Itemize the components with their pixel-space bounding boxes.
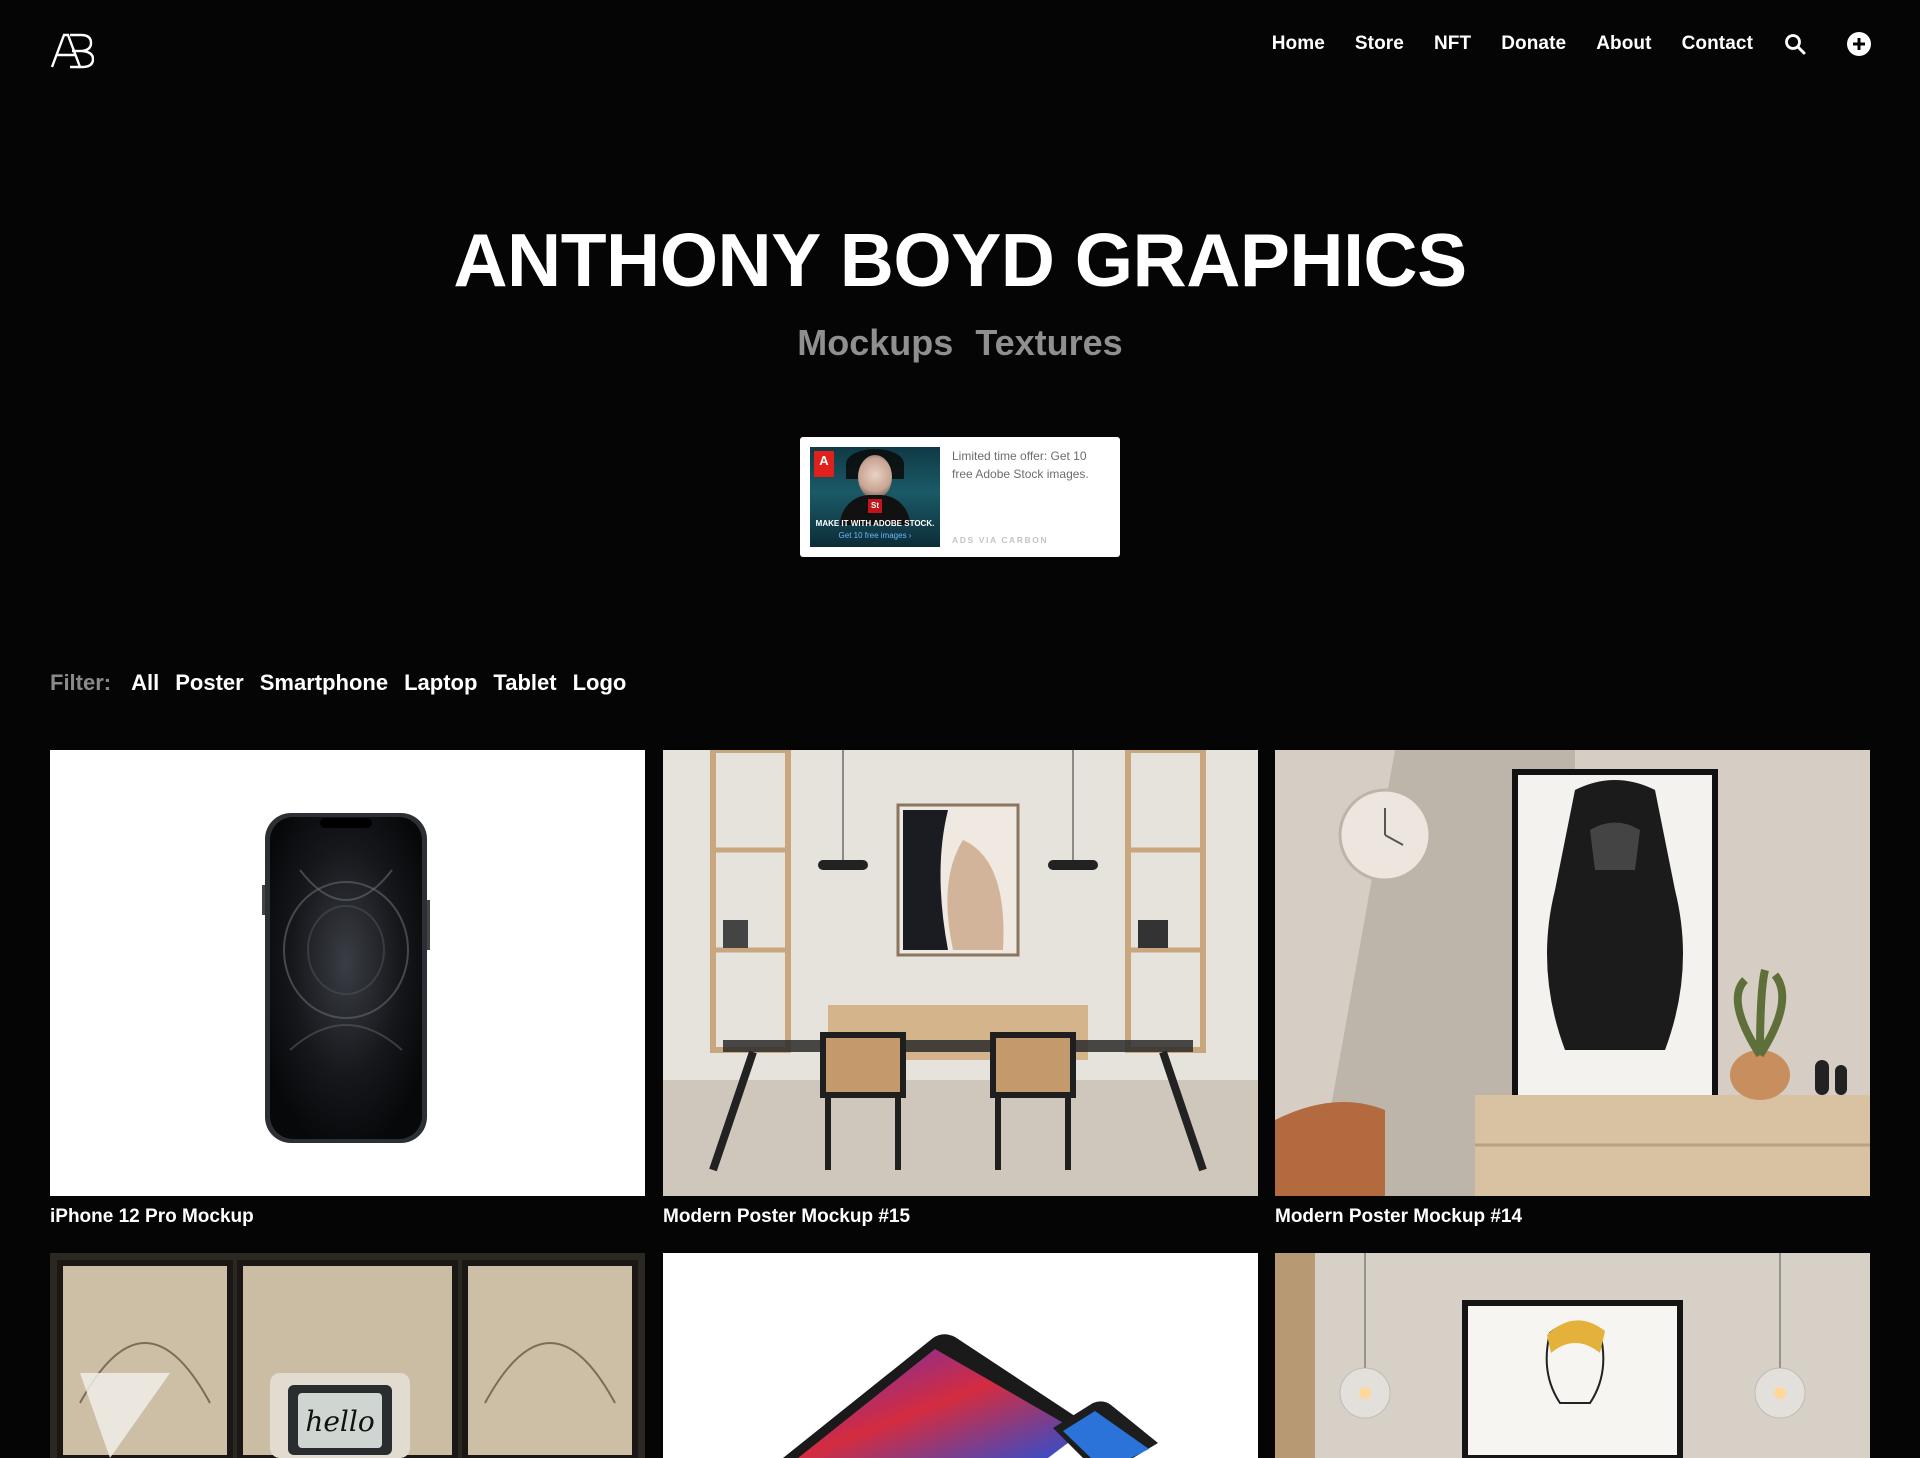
hello-screen-text: hello	[305, 1405, 374, 1438]
ad-image-caption: MAKE IT WITH ADOBE STOCK.	[815, 519, 935, 528]
filter-bar: Filter: All Poster Smartphone Laptop Tab…	[50, 670, 626, 696]
filter-laptop[interactable]: Laptop	[404, 670, 477, 696]
plus-circle-icon[interactable]	[1847, 32, 1871, 56]
retro-computer-thumbnail[interactable]: hello	[50, 1253, 645, 1458]
filter-label: Filter:	[50, 670, 112, 695]
search-icon[interactable]	[1783, 32, 1807, 56]
ad-via-link[interactable]: ADS VIA CARBON	[952, 535, 1048, 545]
lamp-poster-illustration	[1275, 1253, 1870, 1458]
item-title[interactable]: iPhone 12 Pro Mockup	[50, 1206, 254, 1228]
carbon-ad[interactable]: A St MAKE IT WITH ADOBE STOCK. Get 10 fr…	[800, 437, 1120, 557]
item-title[interactable]: Modern Poster Mockup #15	[663, 1206, 910, 1228]
filter-smartphone[interactable]: Smartphone	[260, 670, 388, 696]
poster-room-illustration	[1275, 750, 1870, 1196]
filter-all[interactable]: All	[131, 670, 159, 696]
poster-15-thumbnail[interactable]	[663, 750, 1258, 1196]
logo-icon[interactable]	[50, 33, 94, 69]
nav-about[interactable]: About	[1596, 33, 1651, 55]
iphone-thumbnail[interactable]	[50, 750, 645, 1196]
nav-nft[interactable]: NFT	[1434, 33, 1471, 55]
ipad-iphone-illustration	[783, 1334, 1158, 1458]
mockups-link[interactable]: Mockups	[797, 322, 953, 364]
ad-image-face	[858, 455, 892, 499]
adobe-logo-icon: A	[814, 451, 834, 477]
nav-home[interactable]: Home	[1272, 33, 1325, 55]
textures-link[interactable]: Textures	[975, 322, 1122, 364]
ad-image[interactable]: A St MAKE IT WITH ADOBE STOCK. Get 10 fr…	[810, 447, 940, 547]
filter-tablet[interactable]: Tablet	[493, 670, 556, 696]
nav-donate[interactable]: Donate	[1501, 33, 1566, 55]
filter-poster[interactable]: Poster	[175, 670, 243, 696]
adobe-stock-icon: St	[868, 499, 882, 513]
nav-contact[interactable]: Contact	[1682, 33, 1753, 55]
hero-links: Mockups Textures	[0, 322, 1920, 364]
poster-14-thumbnail[interactable]	[1275, 750, 1870, 1196]
page-title: ANTHONY BOYD GRAPHICS	[453, 218, 1467, 302]
lamp-poster-thumbnail[interactable]	[1275, 1253, 1870, 1458]
ad-text[interactable]: Limited time offer: Get 10 free Adobe St…	[952, 447, 1108, 483]
iphone-illustration	[262, 813, 430, 1143]
nav-store[interactable]: Store	[1355, 33, 1404, 55]
ipad-iphone-thumbnail[interactable]	[663, 1253, 1258, 1458]
main-nav: Home Store NFT Donate About Contact	[1272, 32, 1871, 56]
item-title[interactable]: Modern Poster Mockup #14	[1275, 1206, 1522, 1228]
filter-logo[interactable]: Logo	[573, 670, 627, 696]
dining-room-illustration	[663, 750, 1258, 1196]
retro-computer-illustration: hello	[50, 1253, 645, 1458]
ad-image-cta: Get 10 free images ›	[838, 531, 912, 540]
